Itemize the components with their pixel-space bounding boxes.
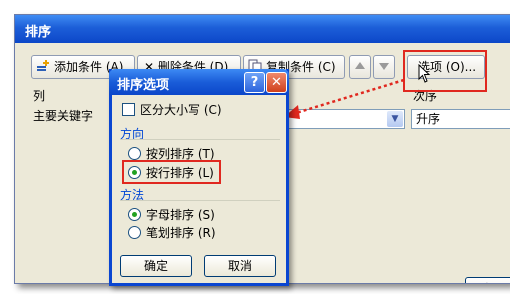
row-option-highlight bbox=[122, 160, 221, 184]
sort-by-column-label: 按列排序 (T) bbox=[146, 147, 215, 161]
mouse-cursor-icon bbox=[418, 64, 431, 83]
dialog-ok-label: 确定 bbox=[143, 259, 168, 273]
direction-divider bbox=[120, 139, 280, 140]
dialog-ok-button[interactable]: 确定 bbox=[120, 255, 192, 277]
stroke-sort-radio[interactable]: 笔划排序 (R) bbox=[128, 224, 216, 241]
letter-sort-label: 字母排序 (S) bbox=[146, 208, 215, 222]
radio-button-selected[interactable] bbox=[128, 208, 141, 221]
dialog-cancel-button[interactable]: 取消 bbox=[204, 255, 276, 277]
stroke-sort-label: 笔划排序 (R) bbox=[146, 226, 216, 240]
letter-sort-radio[interactable]: 字母排序 (S) bbox=[128, 206, 215, 223]
dialog-title-bar: 排序选项 ? ✕ bbox=[109, 69, 289, 95]
close-button[interactable]: ✕ bbox=[266, 72, 287, 93]
help-button[interactable]: ? bbox=[244, 72, 265, 93]
radio-button[interactable] bbox=[128, 147, 141, 160]
dialog-title: 排序选项 bbox=[117, 78, 170, 93]
case-sensitive-label: 区分大小写 (C) bbox=[140, 103, 222, 117]
method-divider bbox=[120, 200, 280, 201]
checkbox-box[interactable] bbox=[122, 103, 135, 116]
close-icon: ✕ bbox=[271, 75, 282, 90]
case-sensitive-checkbox[interactable]: 区分大小写 (C) bbox=[122, 101, 222, 118]
radio-button[interactable] bbox=[128, 226, 141, 239]
help-icon: ? bbox=[250, 75, 259, 90]
sort-options-dialog: 排序选项 ? ✕ 区分大小写 (C) 方向 按列排序 (T) 按行排序 (L) … bbox=[109, 69, 289, 286]
dialog-cancel-label: 取消 bbox=[227, 259, 252, 273]
